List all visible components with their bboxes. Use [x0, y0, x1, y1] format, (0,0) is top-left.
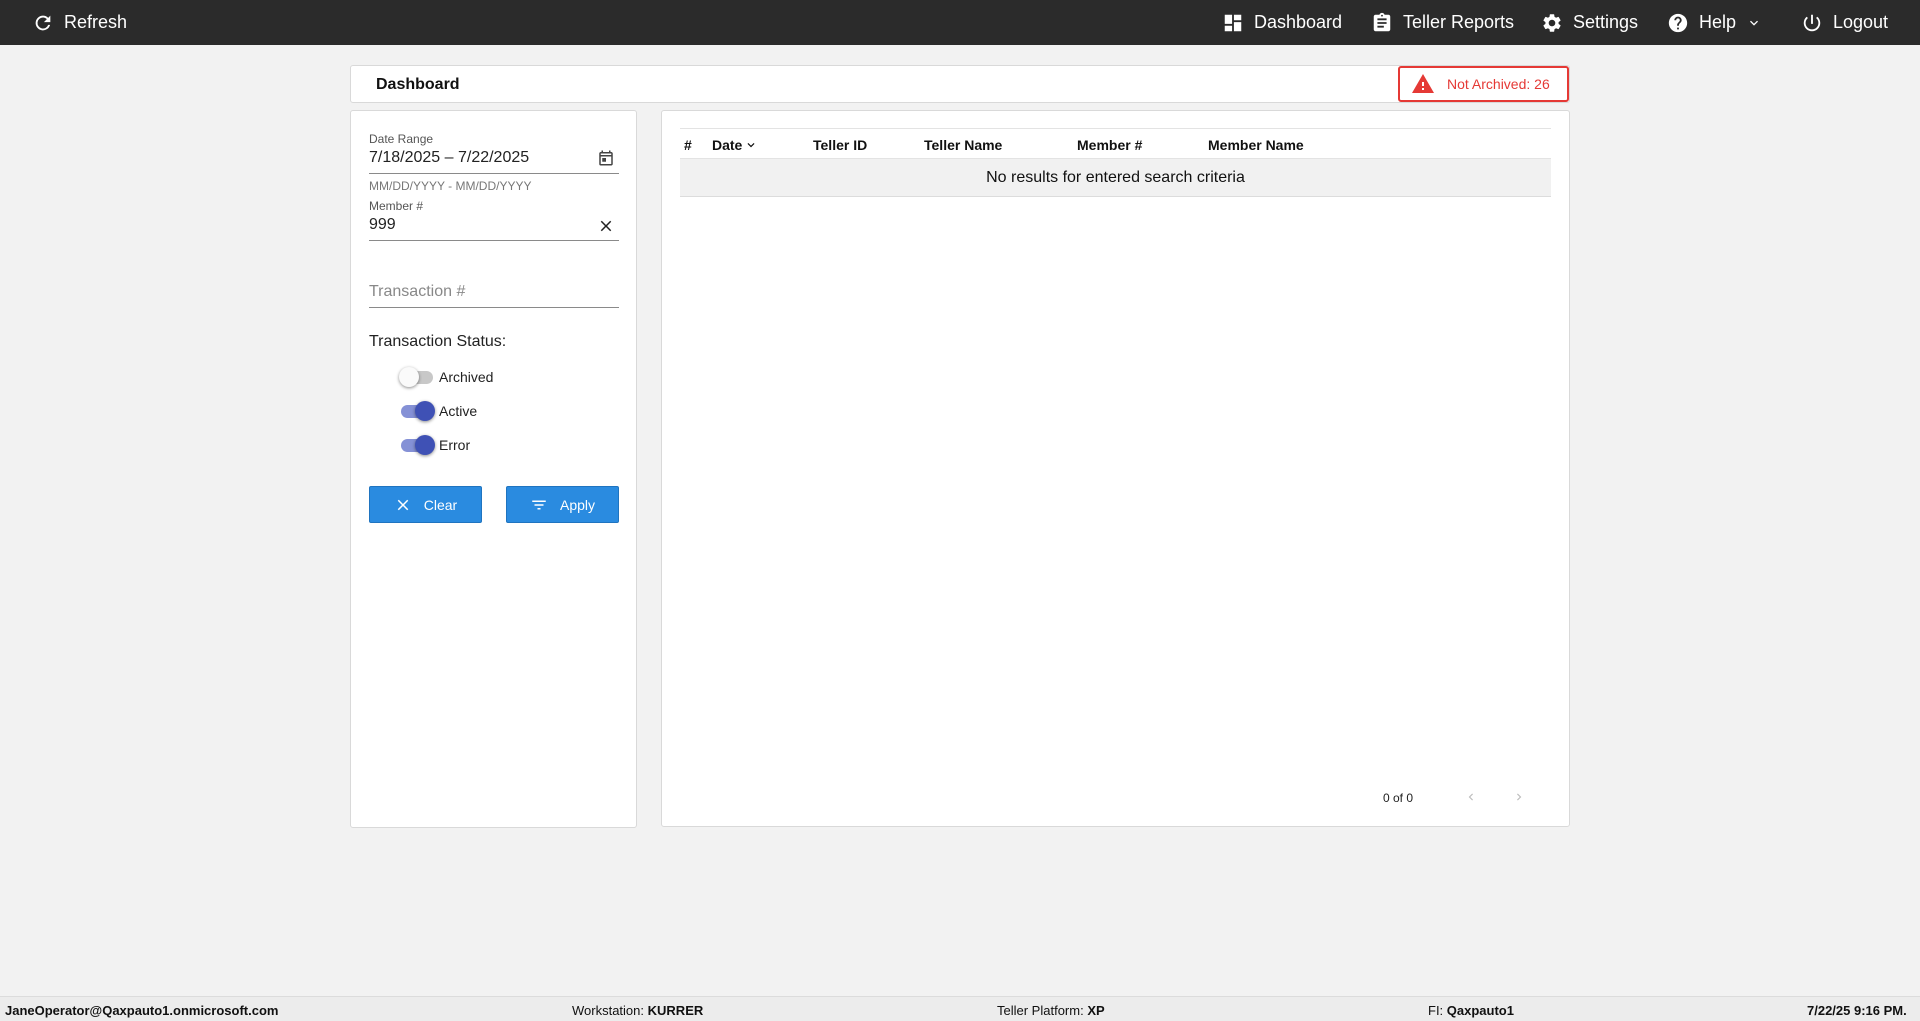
page-header: Dashboard [350, 65, 1570, 103]
fi-label: FI: [1428, 1003, 1444, 1018]
power-icon [1803, 14, 1821, 31]
teller-platform-value: XP [1087, 1003, 1105, 1018]
close-icon[interactable] [597, 217, 615, 235]
transaction-status-title: Transaction Status: [369, 333, 507, 350]
chevron-down-icon [1750, 20, 1759, 26]
gear-icon [1543, 13, 1561, 32]
nav-logout[interactable]: Logout [1801, 0, 1888, 45]
status-teller-platform: Teller Platform: XP [997, 1003, 1105, 1018]
warning-icon [1412, 74, 1434, 93]
chevron-left-icon [1468, 793, 1473, 801]
nav-teller-reports[interactable]: Teller Reports [1371, 0, 1514, 45]
column-header-date[interactable]: Date [712, 137, 758, 153]
error-toggle-switch[interactable] [399, 435, 435, 455]
refresh-button[interactable]: Refresh [32, 0, 127, 45]
empty-results-row: No results for entered search criteria [680, 159, 1551, 197]
clear-button[interactable]: Clear [369, 486, 482, 523]
date-range-hint: MM/DD/YYYY - MM/DD/YYYY [369, 179, 532, 193]
filter-panel: Date Range 7/18/2025 – 7/22/2025 MM/DD/Y… [350, 110, 637, 828]
previous-page-button[interactable] [1461, 787, 1481, 807]
sort-down-icon [747, 143, 755, 148]
member-number-value: 999 [369, 216, 396, 233]
column-header-number[interactable]: # [684, 137, 692, 153]
column-header-member-number[interactable]: Member # [1077, 137, 1142, 153]
status-user: JaneOperator@Qaxpauto1.onmicrosoft.com [5, 1003, 279, 1018]
clear-button-label: Clear [423, 496, 458, 513]
fi-value: Qaxpauto1 [1446, 1003, 1514, 1018]
date-range-label: Date Range [369, 132, 434, 146]
teller-platform-label: Teller Platform: [997, 1003, 1084, 1018]
error-toggle-label: Error [439, 437, 471, 453]
transaction-number-placeholder: Transaction # [369, 283, 466, 300]
dashboard-icon [1224, 14, 1242, 31]
status-workstation: Workstation: KURRER [572, 1003, 703, 1018]
archived-toggle-switch[interactable] [399, 367, 435, 387]
nav-help-label: Help [1699, 12, 1737, 32]
page-title: Dashboard [376, 76, 460, 93]
member-number-label: Member # [369, 199, 424, 213]
table-header: # Date Teller ID Teller Name Member # Me… [680, 128, 1551, 159]
status-toggle-active[interactable]: Active [399, 399, 477, 423]
column-header-member-name[interactable]: Member Name [1208, 137, 1304, 153]
nav-dashboard[interactable]: Dashboard [1222, 0, 1342, 45]
status-fi: FI: Qaxpauto1 [1428, 1003, 1514, 1018]
apply-button[interactable]: Apply [506, 486, 619, 523]
column-header-date-label: Date [712, 137, 743, 153]
refresh-label: Refresh [64, 12, 128, 32]
status-toggle-error[interactable]: Error [399, 433, 470, 457]
help-icon [1668, 13, 1688, 32]
nav-settings[interactable]: Settings [1541, 0, 1638, 45]
chevron-right-icon [1517, 793, 1522, 801]
archived-toggle-label: Archived [439, 369, 494, 385]
column-header-teller-name[interactable]: Teller Name [924, 137, 1002, 153]
active-toggle-switch[interactable] [399, 401, 435, 421]
not-archived-label: Not Archived: 26 [1447, 76, 1550, 92]
not-archived-alert[interactable]: Not Archived: 26 [1398, 66, 1569, 102]
nav-settings-label: Settings [1573, 12, 1639, 32]
status-bar: JaneOperator@Qaxpauto1.onmicrosoft.com W… [0, 996, 1920, 1021]
transaction-number-field[interactable]: Transaction # [369, 266, 619, 308]
nav-teller-reports-label: Teller Reports [1403, 12, 1515, 32]
workstation-label: Workstation: [572, 1003, 645, 1018]
apply-button-label: Apply [559, 496, 596, 513]
column-header-teller-id[interactable]: Teller ID [813, 137, 867, 153]
member-number-field[interactable]: Member # 999 [369, 198, 619, 241]
date-range-field[interactable]: Date Range 7/18/2025 – 7/22/2025 [369, 131, 619, 174]
next-page-button[interactable] [1509, 787, 1529, 807]
nav-logout-label: Logout [1833, 12, 1889, 32]
paginator-range-label: 0 of 0 [1383, 791, 1414, 805]
refresh-icon [35, 15, 51, 30]
nav-dashboard-label: Dashboard [1254, 12, 1343, 32]
results-panel: # Date Teller ID Teller Name Member # Me… [661, 110, 1570, 827]
active-toggle-label: Active [439, 403, 478, 419]
clipboard-icon [1373, 12, 1391, 31]
calendar-icon[interactable] [597, 149, 615, 167]
status-datetime: 7/22/25 9:16 PM. [1807, 1003, 1907, 1018]
filter-icon [532, 500, 546, 509]
close-icon [397, 499, 409, 510]
status-toggle-archived[interactable]: Archived [399, 365, 493, 389]
workstation-value: KURRER [647, 1003, 704, 1018]
date-range-value: 7/18/2025 – 7/22/2025 [369, 149, 530, 166]
top-navbar: Refresh Dashboard Teller Reports Setting… [0, 0, 1920, 45]
nav-help[interactable]: Help [1667, 0, 1762, 45]
